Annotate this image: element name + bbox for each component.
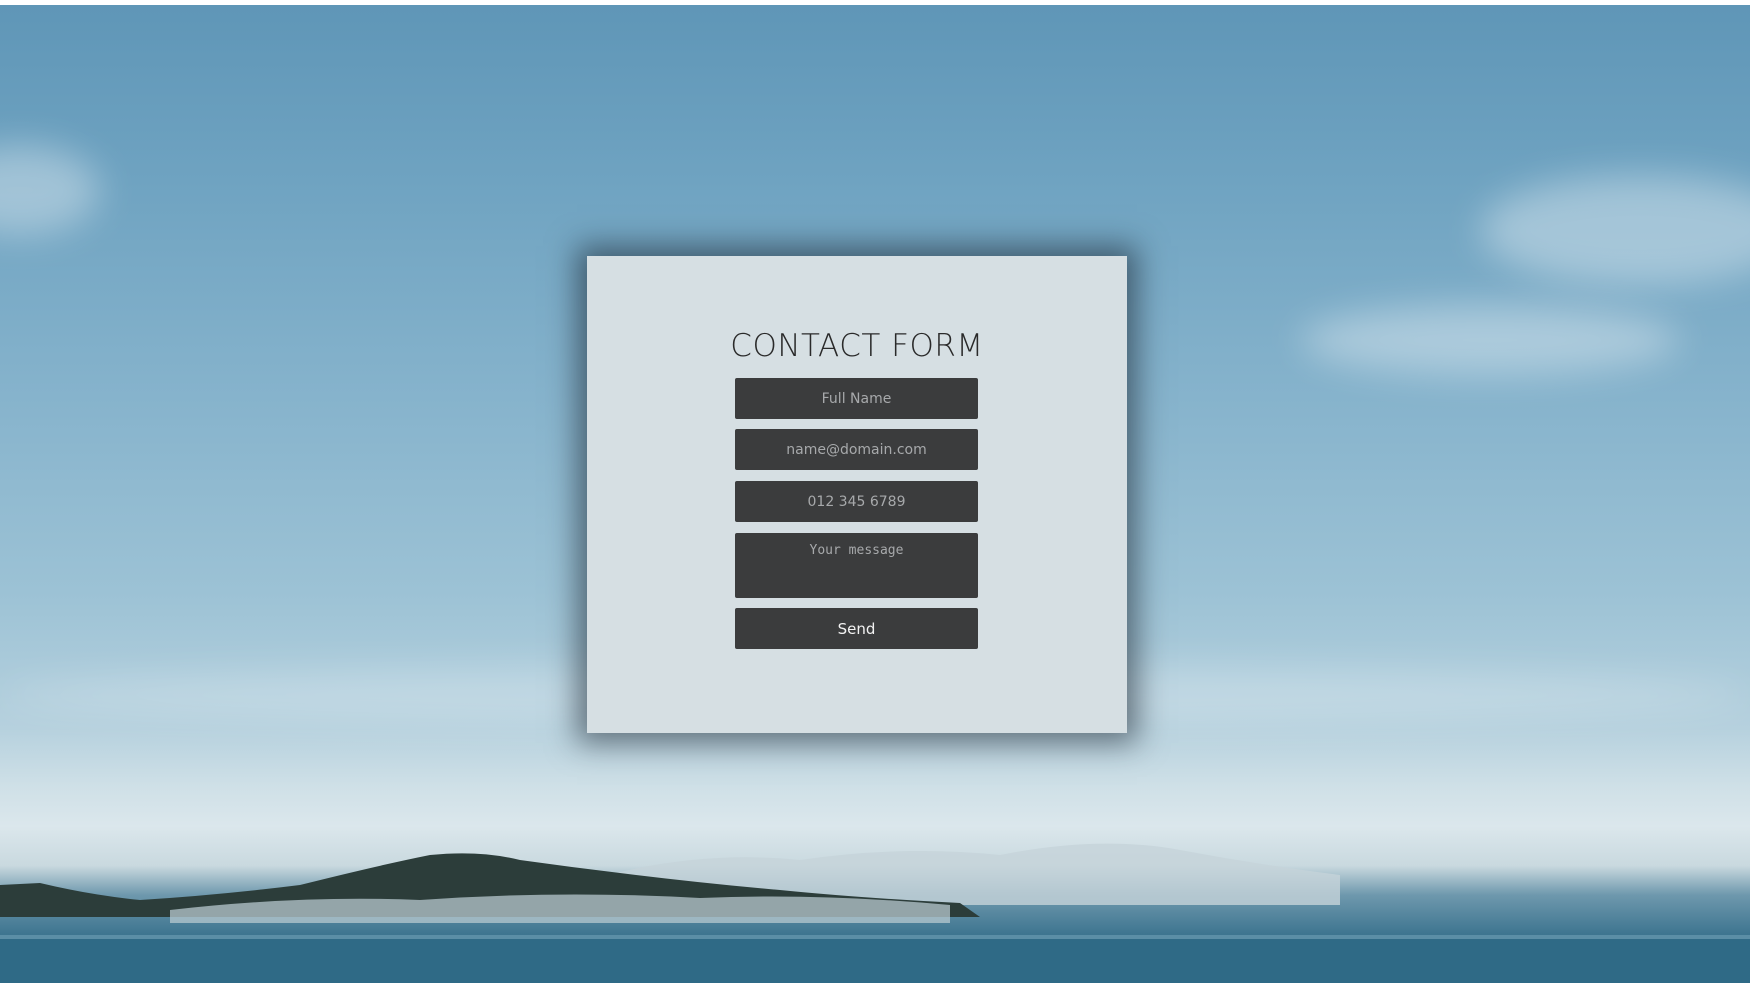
form-title: CONTACT FORM — [730, 328, 984, 364]
sea — [0, 935, 1750, 983]
email-input[interactable] — [735, 429, 978, 470]
contact-form-card: CONTACT FORM Send — [587, 256, 1127, 733]
full-name-input[interactable] — [735, 378, 978, 419]
phone-input[interactable] — [735, 481, 978, 522]
message-textarea[interactable] — [735, 533, 978, 598]
send-button[interactable]: Send — [735, 608, 978, 649]
sea-highlight — [0, 935, 1750, 939]
